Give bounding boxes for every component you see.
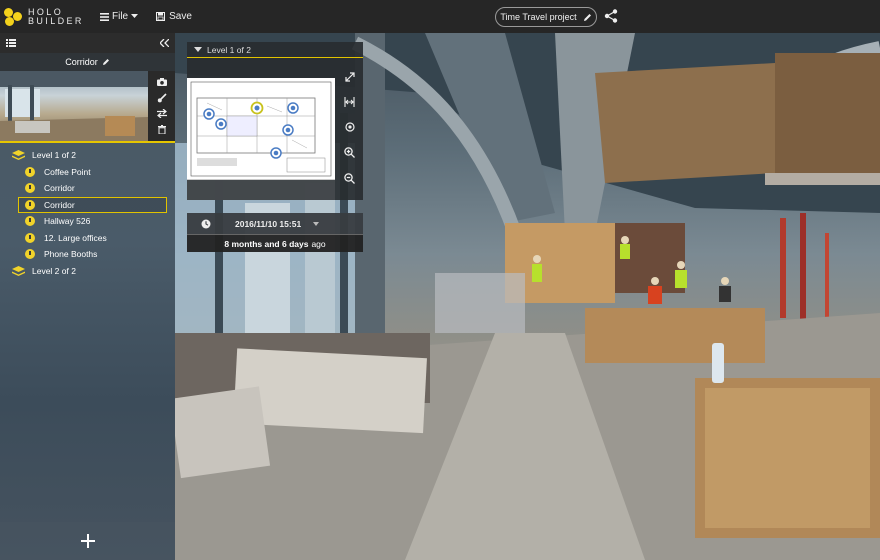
map-pin-icon[interactable] — [203, 108, 215, 120]
file-menu-button[interactable]: File — [100, 11, 139, 22]
photo-pin-icon — [25, 183, 35, 194]
hamburger-icon — [100, 12, 109, 21]
tree-item-label: Hallway 526 — [44, 216, 91, 227]
app-window: HOLO BUILDER File Save Time Travel proje… — [0, 0, 880, 560]
layers-icon — [12, 150, 25, 161]
tree-item-label: Corridor — [44, 199, 75, 210]
caret-down-icon — [313, 221, 320, 226]
brush-icon[interactable] — [157, 93, 167, 103]
tree-level-2[interactable]: Level 2 of 2 — [0, 263, 175, 280]
plus-icon — [80, 534, 95, 548]
map-pin-icon[interactable] — [215, 118, 227, 130]
file-menu-label: File — [112, 11, 129, 22]
photo-pin-icon — [25, 216, 35, 227]
tree-level-label: Level 1 of 2 — [32, 150, 76, 161]
tree-item-corridor[interactable]: Corridor — [0, 180, 175, 197]
time-ago-text: 8 months and 6 days ago — [187, 235, 363, 252]
map-pin-icon[interactable] — [287, 102, 299, 114]
transfer-icon[interactable] — [156, 109, 167, 119]
pencil-icon — [583, 13, 591, 21]
corridor-thumbnail — [0, 71, 148, 141]
save-label: Save — [169, 11, 192, 22]
share-icon — [604, 9, 618, 23]
trash-icon[interactable] — [157, 124, 166, 134]
save-icon — [156, 12, 166, 21]
tree-item-label: 12. Large offices — [44, 232, 107, 243]
photo-thumbnail[interactable] — [0, 71, 175, 141]
camera-icon[interactable] — [156, 78, 167, 87]
project-name: Time Travel project — [500, 12, 577, 22]
share-button[interactable] — [604, 9, 618, 28]
map-pin-icon[interactable] — [282, 124, 294, 136]
zoom-in-icon[interactable] — [344, 147, 355, 159]
locate-icon[interactable] — [344, 122, 355, 132]
logo-line2: BUILDER — [28, 15, 84, 26]
floorplan-level-label: Level 1 of 2 — [207, 44, 251, 55]
tree-item-phone-booths[interactable]: Phone Booths — [0, 246, 175, 263]
add-photo-button[interactable] — [0, 522, 175, 560]
top-toolbar: HOLO BUILDER File Save Time Travel proje… — [0, 0, 880, 33]
time-ago-bold: 8 months and 6 days — [224, 238, 309, 249]
time-travel-panel: 2016/11/10 15:51 8 months and 6 days ago — [187, 213, 363, 253]
tree-item-label: Coffee Point — [44, 166, 91, 177]
tree-level-1[interactable]: Level 1 of 2 — [0, 147, 175, 164]
sidebar-header — [0, 33, 175, 53]
photo-tools — [148, 71, 175, 141]
photo-pin-icon — [25, 249, 35, 260]
holobuilder-logo[interactable]: HOLO BUILDER — [4, 7, 92, 26]
sidebar: Corridor Level 1 of 2 Coffee Point Corri… — [0, 33, 175, 560]
time-travel-date: 2016/11/10 15:51 — [235, 218, 302, 229]
collapse-sidebar-icon[interactable] — [160, 39, 169, 47]
list-icon[interactable] — [6, 39, 16, 47]
map-pin-icon[interactable] — [270, 147, 282, 159]
floorplan-drawing — [190, 81, 332, 177]
expand-icon[interactable] — [344, 71, 355, 82]
tree-item-large-offices[interactable]: 12. Large offices — [0, 230, 175, 247]
clock-icon — [201, 219, 211, 228]
zoom-out-icon[interactable] — [344, 173, 355, 185]
caret-down-icon — [131, 14, 139, 18]
tree-item-label: Corridor — [44, 183, 75, 194]
current-photo-header[interactable]: Corridor — [0, 53, 175, 71]
floorplan-panel: Level 1 of 2 — [187, 42, 363, 200]
floorplan-map[interactable] — [187, 78, 335, 180]
photo-tree: Level 1 of 2 Coffee Point Corridor Corri… — [0, 147, 175, 279]
photo-divider — [0, 141, 175, 143]
tree-level-label: Level 2 of 2 — [32, 265, 76, 276]
floorplan-footer — [187, 180, 335, 200]
logo-text: HOLO BUILDER — [28, 7, 84, 26]
tree-item-label: Phone Booths — [44, 249, 98, 260]
floorplan-tools — [336, 58, 363, 198]
pencil-icon[interactable] — [102, 58, 110, 66]
photo-pin-icon — [25, 166, 35, 177]
save-button[interactable]: Save — [156, 11, 192, 22]
fit-width-icon[interactable] — [344, 96, 355, 107]
caret-down-icon — [194, 47, 202, 52]
layers-icon — [12, 265, 25, 276]
time-ago-suffix: ago — [311, 238, 326, 249]
tree-item-corridor-selected[interactable]: Corridor — [18, 196, 167, 213]
logo-mark-icon — [4, 7, 22, 26]
project-name-button[interactable]: Time Travel project — [495, 7, 597, 27]
map-pin-active-icon[interactable] — [250, 101, 264, 115]
floorplan-header[interactable]: Level 1 of 2 — [187, 42, 363, 58]
tree-item-hallway-526[interactable]: Hallway 526 — [0, 213, 175, 230]
current-photo-title: Corridor — [65, 57, 98, 67]
photo-pin-icon — [25, 199, 35, 210]
tree-item-coffee-point[interactable]: Coffee Point — [0, 164, 175, 181]
photo-pin-icon — [25, 232, 35, 243]
time-travel-selector[interactable]: 2016/11/10 15:51 — [187, 213, 363, 235]
